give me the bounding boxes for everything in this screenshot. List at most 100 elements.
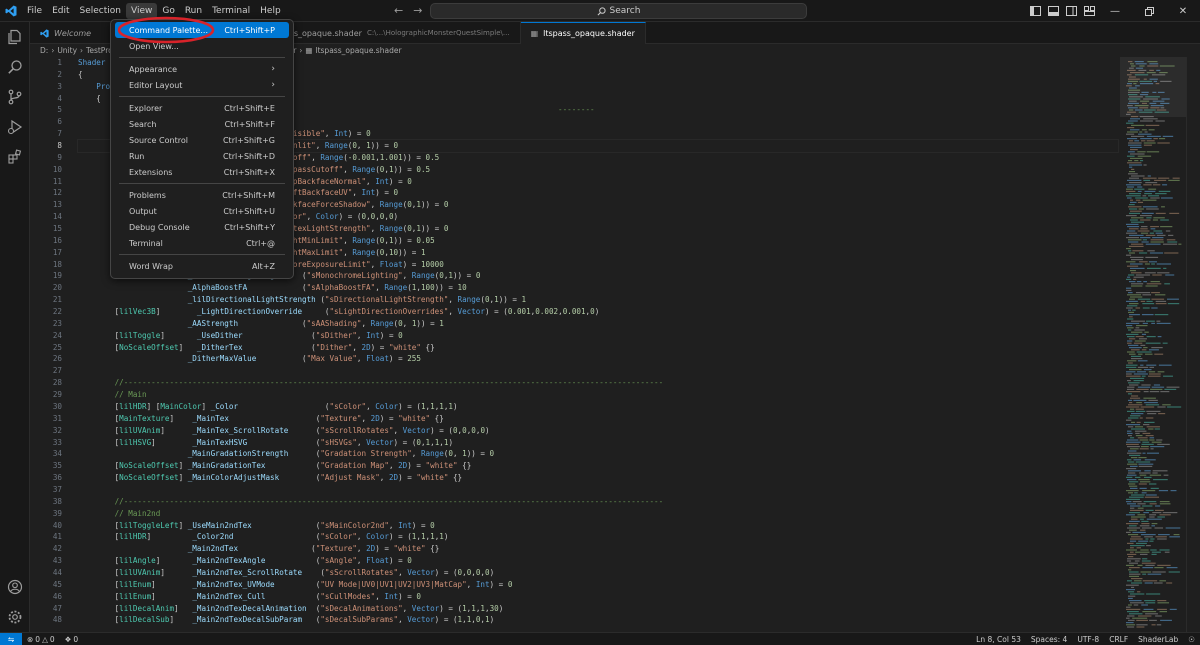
code-line[interactable]: [78, 365, 1118, 377]
back-arrow-icon[interactable]: ←: [394, 4, 403, 17]
code-token: "UV Mode|UV0|UV1|UV2|UV3|MatCap": [320, 579, 467, 589]
menu-item-debug-console[interactable]: Debug Console Ctrl+Shift+Y: [115, 219, 289, 235]
indentation[interactable]: Spaces: 4: [1026, 635, 1072, 644]
code-line[interactable]: _AAStrength ("sAAShading", Range(0, 1)) …: [78, 318, 1118, 330]
remote-indicator-icon[interactable]: ⇋: [0, 632, 22, 645]
minimap-stroke: [1150, 487, 1159, 489]
code-token: 0: [393, 188, 399, 198]
code-line[interactable]: [lilEnum] _Main2ndTex_Cull ("sCullModes"…: [78, 591, 1118, 603]
toggle-primary-sidebar-icon[interactable]: [1026, 3, 1044, 19]
toggle-panel-icon[interactable]: [1044, 3, 1062, 19]
command-center-search[interactable]: Search: [430, 3, 807, 19]
cursor-position[interactable]: Ln 8, Col 53: [971, 635, 1026, 644]
code-line[interactable]: [lilHDR] _Color2nd ("sColor", Color) = (…: [78, 531, 1118, 543]
toggle-secondary-sidebar-icon[interactable]: [1062, 3, 1080, 19]
menu-item-problems[interactable]: Problems Ctrl+Shift+M: [115, 187, 289, 203]
menu-item-search[interactable]: Search Ctrl+Shift+F: [115, 116, 289, 132]
menu-item-word-wrap[interactable]: Word Wrap Alt+Z: [115, 258, 289, 274]
code-line[interactable]: // Main: [78, 389, 1118, 401]
code-line[interactable]: [78, 484, 1118, 496]
explorer-icon[interactable]: [0, 22, 30, 52]
minimap-viewport[interactable]: [1120, 57, 1186, 117]
minimap-stroke: [1138, 457, 1147, 459]
code-line[interactable]: //--------------------------------------…: [78, 496, 1118, 508]
breadcrumb-item[interactable]: Unity: [57, 46, 77, 55]
settings-gear-icon[interactable]: [0, 602, 30, 632]
close-window-icon[interactable]: ✕: [1166, 0, 1200, 22]
menu-item-appearance[interactable]: Appearance ›: [115, 61, 289, 77]
restore-icon[interactable]: [1132, 0, 1166, 22]
code-line[interactable]: [lilHSVG] _MainTexHSVG ("sHSVGs", Vector…: [78, 437, 1118, 449]
menu-item-editor-layout[interactable]: Editor Layout ›: [115, 77, 289, 93]
end-of-line[interactable]: CRLF: [1104, 635, 1133, 644]
code-line[interactable]: [NoScaleOffset] _MainColorAdjustMask ("A…: [78, 472, 1118, 484]
code-line[interactable]: [lilVec3B] _LightDirectionOverride ("sLi…: [78, 306, 1118, 318]
extensions-icon[interactable]: [0, 142, 30, 172]
minimap-stroke: [1141, 333, 1146, 335]
code-line[interactable]: [lilUVAnim] _MainTex_ScrollRotate ("sScr…: [78, 425, 1118, 437]
minimap-stroke: [1126, 122, 1134, 124]
code-line[interactable]: [lilUVAnim] _Main2ndTex_ScrollRotate ("s…: [78, 567, 1118, 579]
language-mode[interactable]: ShaderLab: [1133, 635, 1183, 644]
code-token: (: [238, 401, 330, 411]
minimap-stroke: [1128, 591, 1135, 593]
code-token: ) = (: [439, 603, 463, 613]
code-line[interactable]: //--------------------------------------…: [78, 377, 1118, 389]
code-token: ): [393, 212, 399, 222]
menu-help[interactable]: Help: [255, 3, 286, 19]
minimap-stroke: [1130, 397, 1141, 399]
minimize-icon[interactable]: —: [1098, 0, 1132, 22]
code-line[interactable]: [lilToggleLeft] _UseMain2ndTex ("sMainCo…: [78, 520, 1118, 532]
accounts-icon[interactable]: [0, 572, 30, 602]
minimap-stroke: [1169, 212, 1180, 214]
menu-item-terminal[interactable]: Terminal Ctrl+@: [115, 235, 289, 251]
menu-item-run[interactable]: Run Ctrl+Shift+D: [115, 148, 289, 164]
code-line[interactable]: [lilAngle] _Main2ndTexAngle ("sAngle", F…: [78, 555, 1118, 567]
code-line[interactable]: [lilDecalSub] _Main2ndTexDecalSubParam (…: [78, 614, 1118, 626]
search-sidebar-icon[interactable]: [0, 52, 30, 82]
menu-item-output[interactable]: Output Ctrl+Shift+U: [115, 203, 289, 219]
notifications-bell-icon[interactable]: ☉: [1183, 635, 1200, 644]
breadcrumb-item[interactable]: D:: [40, 46, 48, 55]
run-debug-icon[interactable]: [0, 112, 30, 142]
minimap-stroke: [1126, 371, 1136, 373]
ports-status[interactable]: ❖ 0: [60, 635, 84, 644]
minimap-stroke: [1129, 481, 1139, 483]
breadcrumb-item[interactable]: ltspass_opaque.shader: [316, 46, 402, 55]
tab-ltspass-opaque[interactable]: ▦ ltspass_opaque.shader: [520, 22, 646, 44]
code-token: 2D: [361, 342, 371, 352]
code-line[interactable]: _AlphaBoostFA ("sAlphaBoostFA", Range(1,…: [78, 282, 1118, 294]
code-line[interactable]: // Main2nd: [78, 508, 1118, 520]
code-line[interactable]: [NoScaleOffset] _DitherTex ("Dither", 2D…: [78, 342, 1118, 354]
code-line[interactable]: _lilDirectionalLightStrength ("sDirectio…: [78, 294, 1118, 306]
menu-item-explorer[interactable]: Explorer Ctrl+Shift+E: [115, 100, 289, 116]
code-line[interactable]: _MainGradationStrength ("Gradation Stren…: [78, 448, 1118, 460]
minimap-stroke: [1126, 501, 1132, 503]
minimap-stroke: [1126, 441, 1141, 443]
menu-separator: [119, 254, 285, 255]
source-control-icon[interactable]: [0, 82, 30, 112]
minimap[interactable]: [1120, 57, 1186, 632]
breadcrumb-item[interactable]: TestPro: [86, 46, 113, 55]
code-line[interactable]: [lilHDR] [MainColor] _Color ("sColor", C…: [78, 401, 1118, 413]
minimap-stroke: [1159, 611, 1168, 613]
menu-edit[interactable]: Edit: [47, 3, 74, 19]
code-token: )) =: [393, 235, 417, 245]
code-line[interactable]: _DitherMaxValue ("Max Value", Float) = 2…: [78, 353, 1118, 365]
vertical-scrollbar[interactable]: [1186, 57, 1200, 632]
code-line[interactable]: _Main2ndTex ("Texture", 2D) = "white" {}: [78, 543, 1118, 555]
minimap-stroke: [1130, 509, 1144, 511]
code-line[interactable]: [lilToggle] _UseDither ("sDither", Int) …: [78, 330, 1118, 342]
code-line[interactable]: [NoScaleOffset] _MainGradationTex ("Grad…: [78, 460, 1118, 472]
menu-file[interactable]: File: [22, 3, 47, 19]
minimap-stroke: [1129, 485, 1138, 487]
code-line[interactable]: [lilDecalAnim] _Main2ndTexDecalAnimation…: [78, 603, 1118, 615]
code-line[interactable]: [MainTexture] _MainTex ("Texture", 2D) =…: [78, 413, 1118, 425]
menu-item-extensions[interactable]: Extensions Ctrl+Shift+X: [115, 164, 289, 180]
menu-item-source-control[interactable]: Source Control Ctrl+Shift+G: [115, 132, 289, 148]
code-line[interactable]: [lilEnum] _Main2ndTex_UVMode ("UV Mode|U…: [78, 579, 1118, 591]
encoding[interactable]: UTF-8: [1072, 635, 1104, 644]
customize-layout-icon[interactable]: [1080, 3, 1098, 19]
forward-arrow-icon[interactable]: →: [413, 4, 422, 17]
problems-status[interactable]: ⊗ 0 △ 0: [22, 635, 60, 644]
